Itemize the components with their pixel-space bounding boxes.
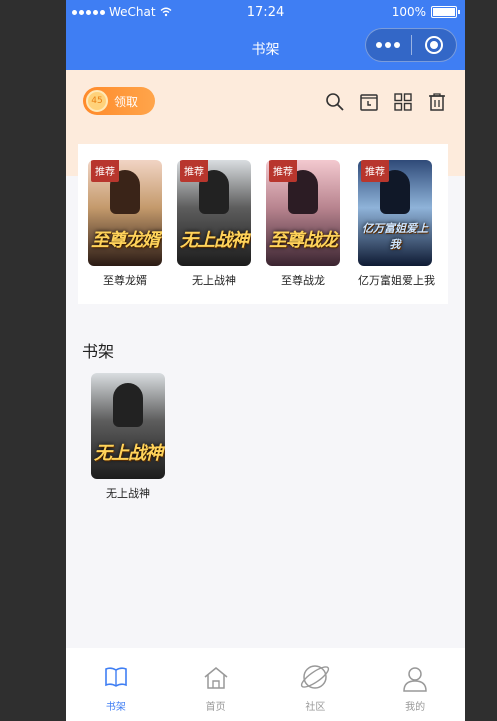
tab-bookshelf[interactable]: 书架 (66, 648, 166, 721)
shelf-heading: 书架 (82, 342, 115, 361)
recommend-book[interactable]: 至尊龙婿 推荐 至尊龙婿 (88, 160, 162, 288)
planet-icon (301, 665, 330, 689)
user-icon (403, 667, 427, 692)
cover-title: 至尊龙婿 (91, 230, 160, 251)
nav-bar: 书架 (66, 26, 465, 70)
cover-title: 无上战神 (94, 443, 163, 464)
cover-title: 至尊战龙 (269, 230, 338, 251)
tab-home[interactable]: 首页 (166, 648, 266, 721)
tab-label: 我的 (405, 702, 426, 713)
book-cover[interactable]: 无上战神 推荐 (177, 160, 251, 266)
cover-title: 无上战神 (180, 230, 249, 251)
tab-label: 书架 (105, 702, 126, 713)
search-icon[interactable] (325, 92, 345, 112)
more-menu-icon[interactable] (366, 42, 411, 48)
battery-percent: 100% (391, 5, 426, 19)
miniprogram-capsule (365, 28, 457, 62)
cover-title: 亿万富姐爱上我 (362, 222, 428, 251)
home-icon (204, 667, 228, 689)
book-title[interactable]: 至尊龙婿 (88, 272, 162, 288)
recommend-badge: 推荐 (91, 160, 119, 182)
history-icon[interactable] (359, 92, 379, 112)
coin-icon: 45 (86, 90, 108, 112)
book-icon (105, 667, 127, 687)
recommend-book[interactable]: 至尊战龙 推荐 至尊战龙 (266, 160, 340, 288)
recommend-book[interactable]: 亿万富姐爱上我 推荐 亿万富姐爱上我 (358, 160, 435, 288)
target-icon (424, 36, 443, 54)
book-cover[interactable]: 至尊龙婿 推荐 (88, 160, 162, 266)
close-miniprogram-button[interactable] (411, 36, 456, 54)
tab-label: 首页 (205, 702, 226, 713)
book-title[interactable]: 无上战神 (177, 272, 251, 288)
status-bar: WeChat 17:24 100% (66, 0, 465, 26)
book-cover[interactable]: 无上战神 (91, 373, 165, 479)
grid-icon[interactable] (393, 92, 413, 112)
recommend-badge: 推荐 (180, 160, 208, 182)
recommend-badge: 推荐 (269, 160, 297, 182)
tab-label: 社区 (305, 702, 326, 713)
recommend-badge: 推荐 (361, 160, 389, 182)
phone-screen: WeChat 17:24 100% 书架 45 领取 至尊龙婿 推荐 至尊龙婿 … (66, 0, 465, 721)
recommend-book[interactable]: 无上战神 推荐 无上战神 (177, 160, 251, 288)
book-title[interactable]: 无上战神 (91, 485, 165, 501)
tab-community[interactable]: 社区 (266, 648, 366, 721)
claim-coins-button[interactable]: 45 领取 (83, 87, 155, 115)
claim-label: 领取 (114, 94, 139, 109)
book-cover[interactable]: 至尊战龙 推荐 (266, 160, 340, 266)
book-cover[interactable]: 亿万富姐爱上我 推荐 (358, 160, 432, 266)
battery-icon (431, 6, 460, 18)
shelf-book[interactable]: 无上战神 无上战神 (91, 373, 165, 501)
tab-me[interactable]: 我的 (365, 648, 465, 721)
tab-bar: 书架 首页 社区 我的 (66, 648, 465, 721)
book-title[interactable]: 亿万富姐爱上我 (358, 272, 435, 288)
book-title[interactable]: 至尊战龙 (266, 272, 340, 288)
trash-icon[interactable] (427, 92, 447, 112)
shelf-toolbar (325, 92, 447, 112)
recommend-panel: 至尊龙婿 推荐 至尊龙婿 无上战神 推荐 无上战神 至尊战龙 推荐 至尊战龙 亿… (78, 144, 448, 304)
battery-area: 100% (391, 5, 460, 19)
